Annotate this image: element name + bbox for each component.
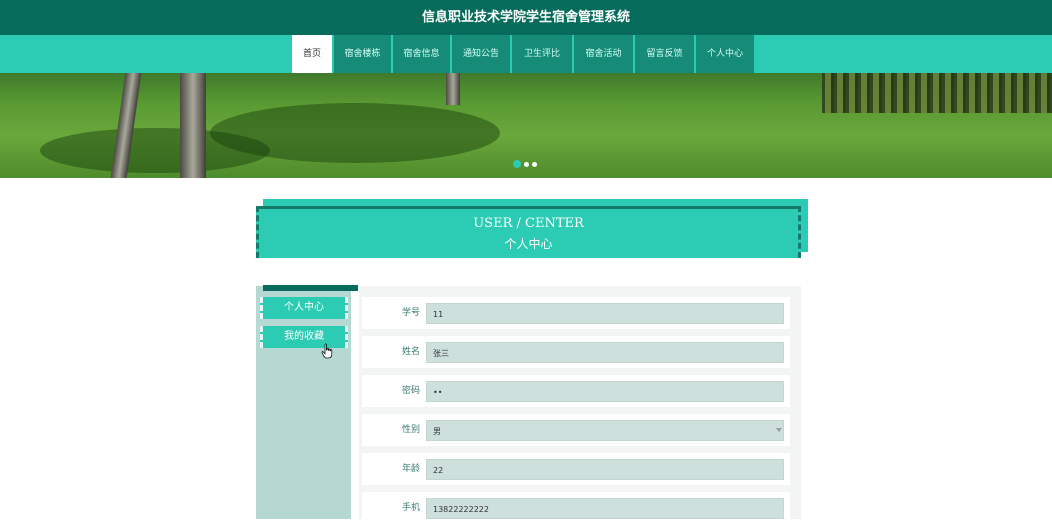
carousel-dot[interactable] [524, 161, 529, 167]
form-row-gender: 性别 男 [362, 414, 790, 446]
gender-label: 性别 [401, 425, 420, 435]
student-id-label: 学号 [401, 308, 420, 318]
nav-item-notices[interactable]: 通知公告 [452, 35, 510, 73]
tree-trunk [446, 73, 460, 105]
bamboo-grove [822, 73, 1052, 113]
form-row-password: 密码 •• [362, 375, 790, 407]
nav-item-buildings[interactable]: 宿舍楼栋 [334, 35, 391, 73]
form-row-age: 年龄 22 [362, 453, 790, 485]
form-row-phone: 手机 13822222222 [362, 492, 790, 524]
section-title-cn: 个人中心 [504, 237, 553, 251]
form-row-student-id: 学号 11 [362, 297, 790, 329]
nav-item-home[interactable]: 首页 [292, 35, 332, 73]
name-input[interactable]: 张三 [426, 342, 784, 363]
banner-shadow [40, 128, 270, 173]
sidebar-accent [263, 285, 358, 291]
password-label: 密码 [401, 386, 420, 396]
carousel-dot[interactable] [513, 160, 521, 168]
nav-bar: 首页 宿舍楼栋 宿舍信息 通知公告 卫生评比 宿舍活动 留言反馈 个人中心 [0, 35, 1052, 73]
nav-item-user-center[interactable]: 个人中心 [696, 35, 754, 73]
nav-item-dorm-info[interactable]: 宿舍信息 [393, 35, 450, 73]
nav-item-hygiene[interactable]: 卫生评比 [512, 35, 572, 73]
form-row-name: 姓名 张三 [362, 336, 790, 368]
password-input[interactable]: •• [426, 381, 784, 402]
section-title-en: USER / CENTER [473, 216, 584, 231]
sidebar [256, 286, 351, 519]
nav-item-feedback[interactable]: 留言反馈 [635, 35, 694, 73]
sidebar-item-user-center[interactable]: 个人中心 [260, 297, 348, 319]
name-label: 姓名 [401, 347, 420, 357]
site-title: 信息职业技术学院学生宿舍管理系统 [421, 10, 630, 25]
carousel-dot[interactable] [532, 161, 537, 167]
age-label: 年龄 [401, 464, 420, 474]
carousel-indicators [513, 160, 537, 168]
tree-trunk [180, 73, 206, 178]
hand-pointer-icon [321, 343, 333, 359]
phone-input[interactable]: 13822222222 [426, 498, 784, 519]
age-input[interactable]: 22 [426, 459, 784, 480]
sidebar-item-favorites[interactable]: 我的收藏 [260, 326, 348, 348]
chevron-down-icon[interactable] [776, 428, 782, 432]
phone-label: 手机 [401, 503, 420, 513]
nav-menu: 首页 宿舍楼栋 宿舍信息 通知公告 卫生评比 宿舍活动 留言反馈 个人中心 [292, 35, 754, 73]
nav-item-activities[interactable]: 宿舍活动 [574, 35, 633, 73]
gender-select[interactable]: 男 [426, 420, 784, 441]
student-id-input[interactable]: 11 [426, 303, 784, 324]
